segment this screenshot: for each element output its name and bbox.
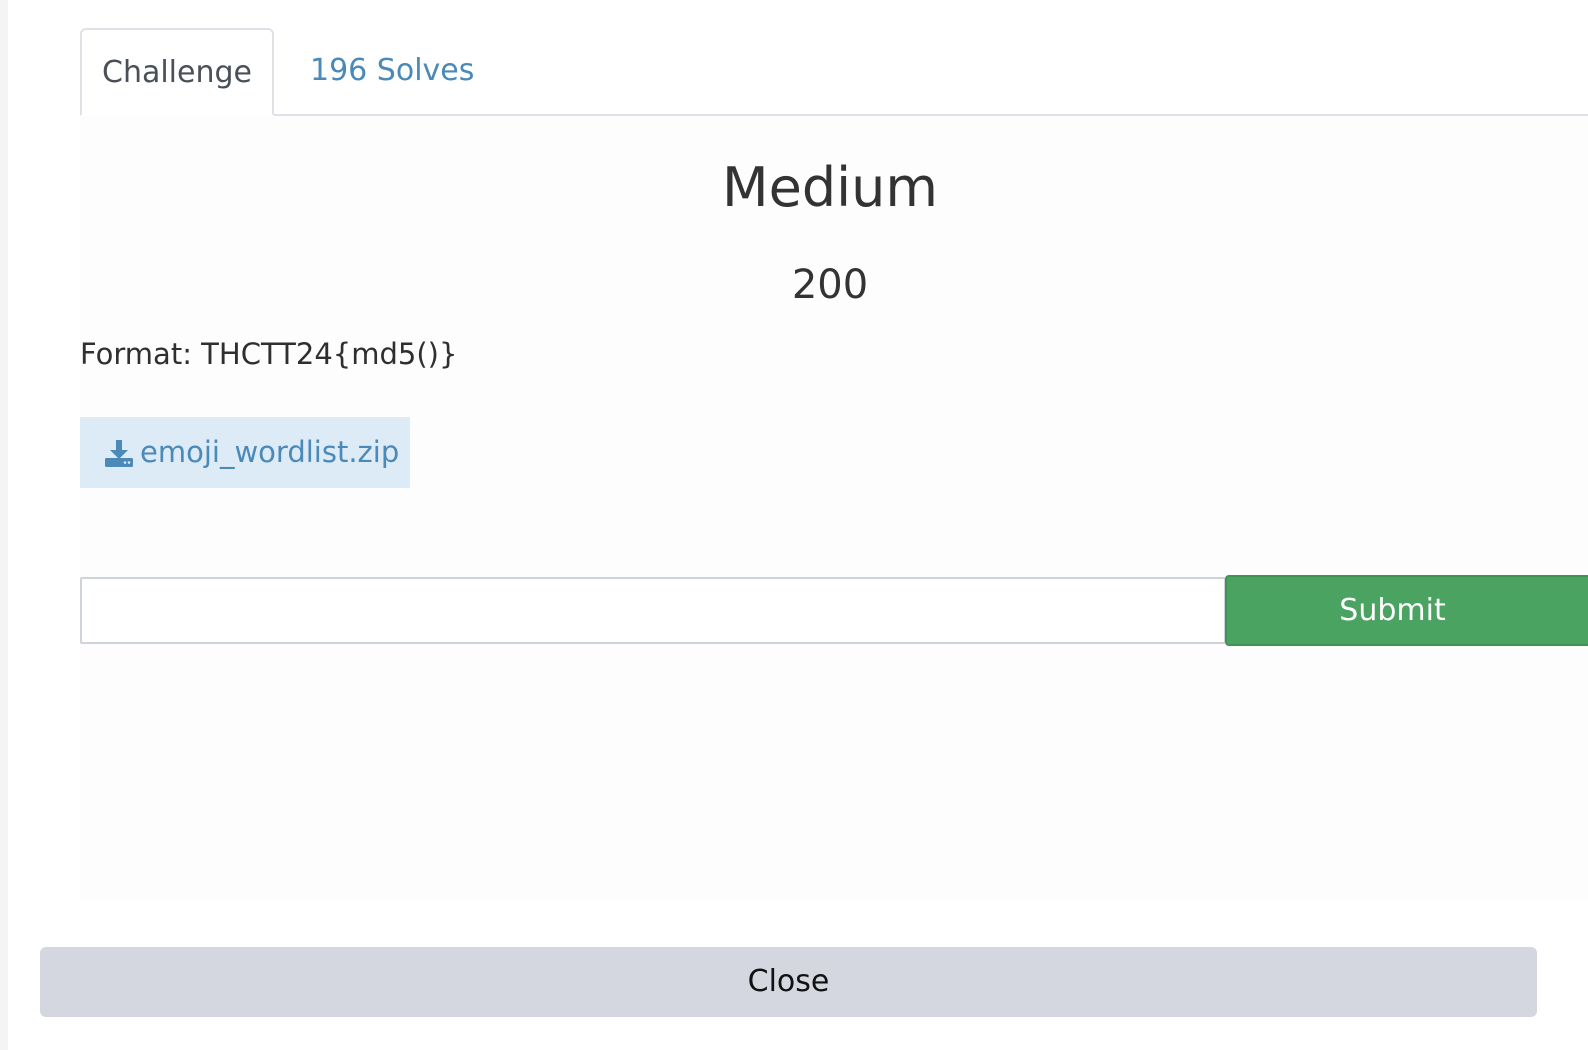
- challenge-value: 200: [791, 262, 869, 308]
- challenge-description: Format: THCTT24{md5()}: [80, 337, 458, 371]
- close-button[interactable]: Close: [40, 947, 1537, 1017]
- tab-challenge[interactable]: Challenge: [80, 28, 274, 116]
- download-icon: [105, 439, 133, 467]
- submit-button[interactable]: Submit: [1225, 575, 1588, 646]
- challenge-modal: Challenge 196 Solves Medium 200 Format: …: [0, 0, 1588, 1050]
- file-download-button[interactable]: emoji_wordlist.zip: [80, 417, 410, 488]
- file-name: emoji_wordlist.zip: [140, 435, 400, 469]
- challenge-panel: Medium 200 Format: THCTT24{md5()} emoji_…: [80, 116, 1588, 900]
- modal-edge: [0, 0, 8, 1050]
- flag-input[interactable]: [80, 577, 1226, 644]
- challenge-name: Medium: [722, 156, 938, 219]
- tab-solves[interactable]: 196 Solves: [310, 28, 474, 114]
- challenge-tabs: Challenge 196 Solves: [80, 28, 1588, 116]
